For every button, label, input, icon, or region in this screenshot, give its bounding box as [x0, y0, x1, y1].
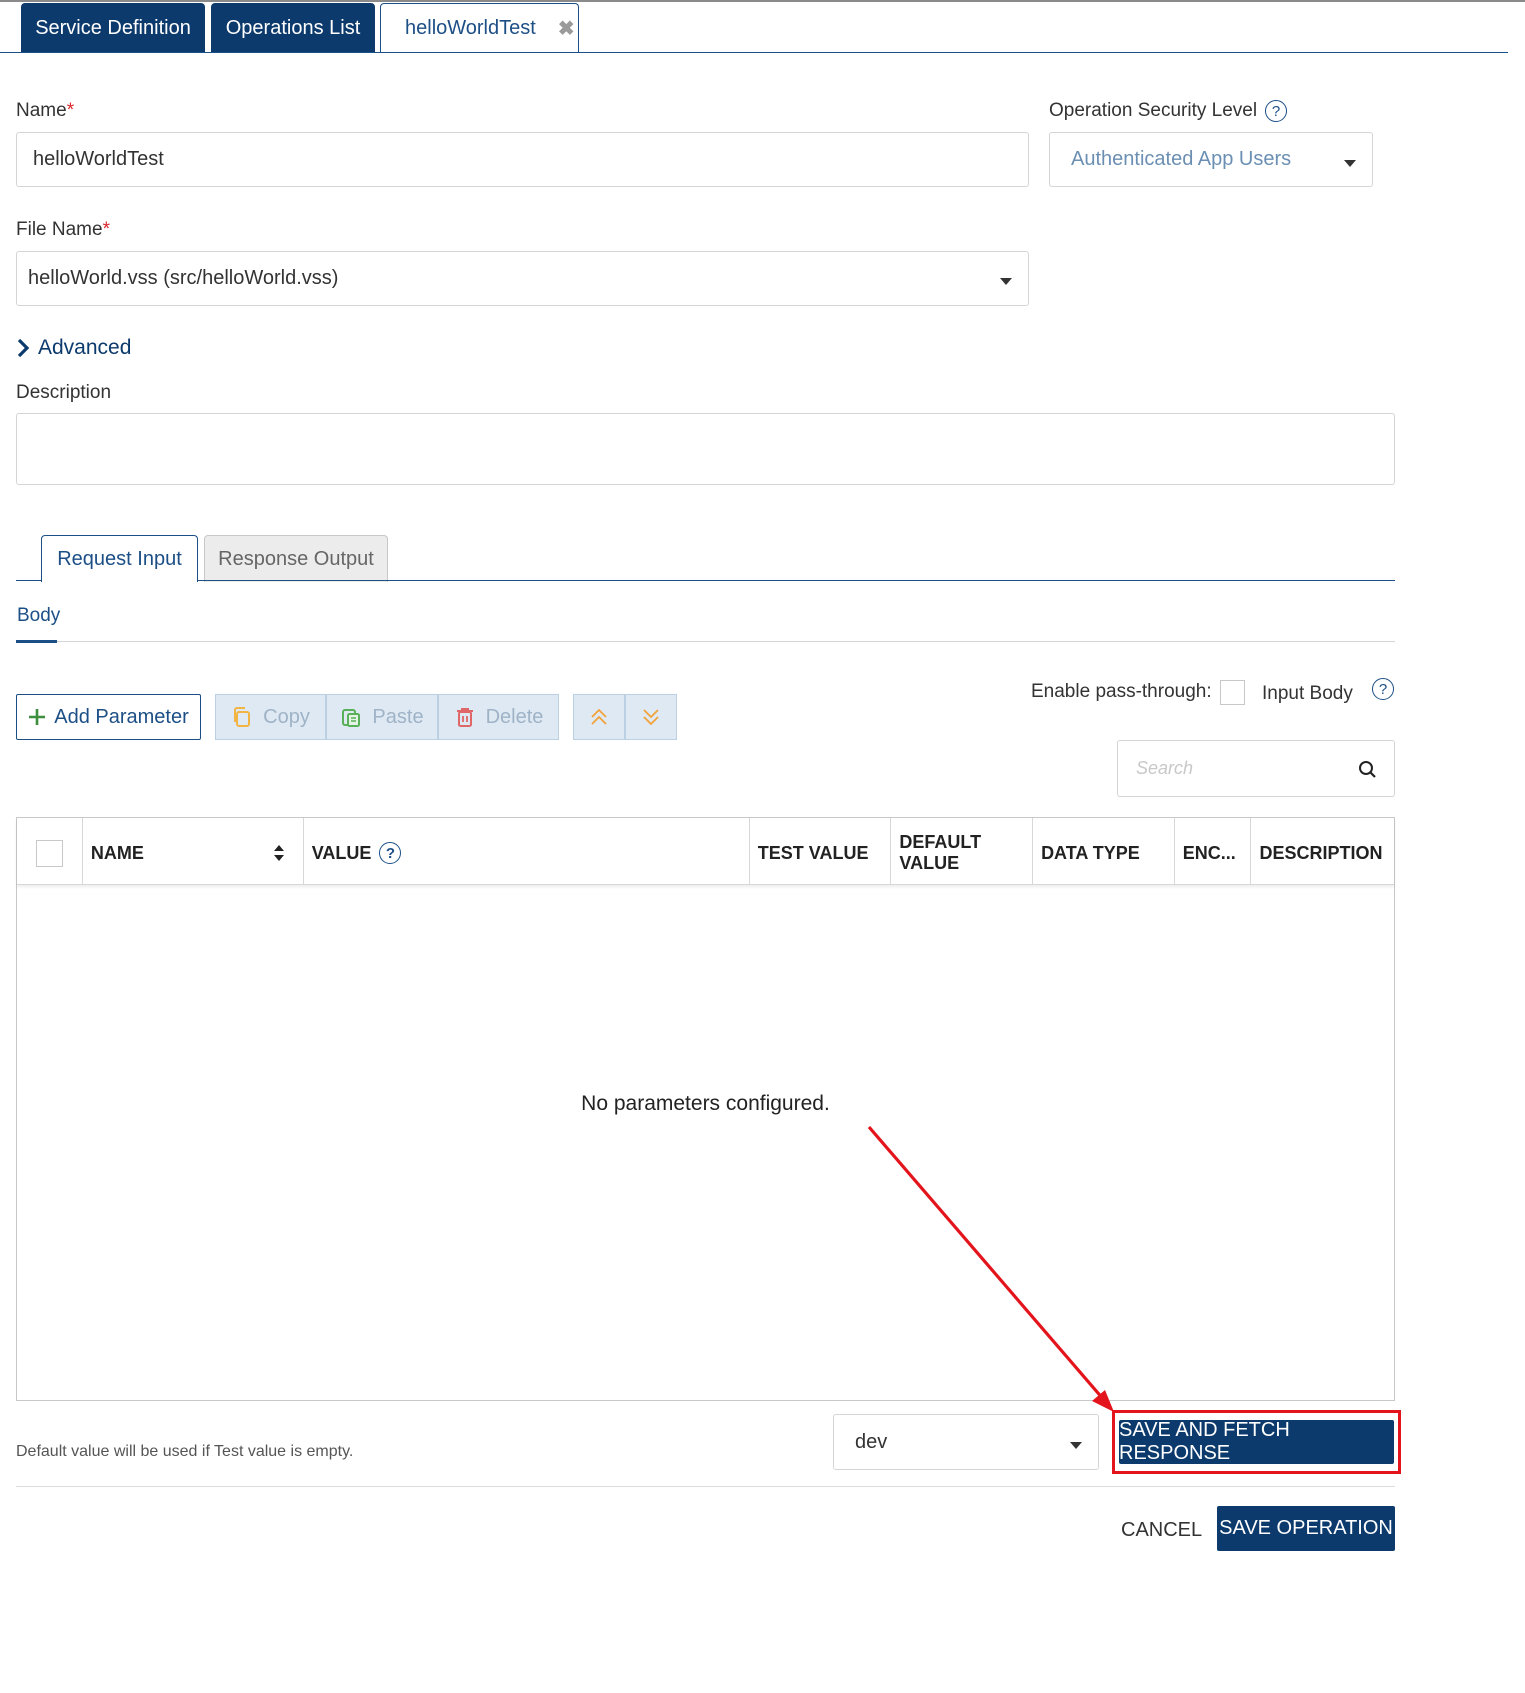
- description-textarea[interactable]: [16, 413, 1395, 485]
- security-level-select[interactable]: Authenticated App Users: [1049, 132, 1373, 187]
- tab-operations-list[interactable]: Operations List: [211, 3, 375, 53]
- tabs-underline: [0, 52, 1508, 53]
- body-divider: [57, 641, 1395, 642]
- select-all-checkbox[interactable]: [35, 839, 63, 867]
- tab-label: helloWorldTest: [405, 17, 536, 39]
- name-input-value: helloWorldTest: [33, 148, 164, 170]
- empty-table-message: No parameters configured.: [581, 1092, 830, 1115]
- trash-icon: [456, 708, 473, 727]
- security-level-label: Operation Security Level ?: [1049, 100, 1288, 122]
- question-circle-icon[interactable]: ?: [1372, 678, 1394, 700]
- column-value: VALUE ?: [304, 818, 750, 884]
- move-down-button[interactable]: [625, 694, 677, 740]
- paste-icon: [342, 709, 361, 727]
- footer-divider: [16, 1486, 1395, 1487]
- add-parameter-button[interactable]: Add Parameter: [16, 694, 201, 740]
- tab-service-definition[interactable]: Service Definition: [21, 3, 205, 53]
- chevron-right-icon: [17, 338, 30, 358]
- file-name-select[interactable]: helloWorld.vss (src/helloWorld.vss): [16, 251, 1029, 306]
- chevron-down-icon: [1070, 1442, 1082, 1449]
- search-input[interactable]: Search: [1117, 740, 1395, 797]
- chevron-down-icon: [1344, 160, 1356, 167]
- search-icon[interactable]: [1358, 760, 1377, 779]
- paste-button[interactable]: Paste: [326, 694, 438, 740]
- subtabs-line-left: [16, 580, 41, 581]
- double-chevron-up-icon: [591, 708, 607, 725]
- environment-select[interactable]: dev: [833, 1414, 1099, 1470]
- question-circle-icon[interactable]: ?: [1265, 100, 1288, 122]
- annotation-highlight-box: [1112, 1410, 1401, 1474]
- tab-request-input[interactable]: Request Input: [41, 535, 198, 582]
- security-level-value: Authenticated App Users: [1071, 148, 1292, 170]
- input-body-label: Input Body: [1262, 683, 1353, 704]
- select-all-cell: [17, 818, 83, 884]
- plus-icon: [29, 709, 46, 725]
- chevron-down-icon: [1000, 278, 1012, 285]
- subtabs-line-right: [198, 580, 1395, 581]
- file-name-value: helloWorld.vss (src/helloWorld.vss): [28, 267, 339, 289]
- tab-label: Service Definition: [35, 16, 191, 39]
- column-test-value: TEST VALUE: [750, 818, 892, 884]
- column-description: DESCRIPTION: [1259, 842, 1383, 863]
- file-name-label: File Name*: [16, 219, 110, 240]
- body-tab-indicator: [16, 640, 57, 643]
- double-chevron-down-icon: [643, 709, 659, 726]
- top-border: [0, 0, 1525, 2]
- tab-response-output[interactable]: Response Output: [204, 535, 388, 582]
- move-up-button[interactable]: [573, 694, 625, 740]
- tab-label: Operations List: [225, 16, 361, 39]
- pass-through-checkbox[interactable]: [1220, 680, 1245, 705]
- question-circle-icon[interactable]: ?: [379, 842, 402, 864]
- column-encoding: ENC...: [1175, 818, 1252, 884]
- table-header: NAME VALUE ? TEST VALUE DEFAULT VALUE DA…: [17, 818, 1394, 885]
- copy-button[interactable]: Copy: [215, 694, 326, 740]
- column-data-type: DATA TYPE: [1033, 818, 1175, 884]
- cancel-button[interactable]: CANCEL: [1121, 1519, 1202, 1542]
- search-placeholder: Search: [1136, 758, 1194, 778]
- delete-button[interactable]: Delete: [438, 694, 559, 740]
- tab-body[interactable]: Body: [17, 605, 60, 627]
- sort-icon[interactable]: [273, 844, 285, 862]
- default-value-hint: Default value will be used if Test value…: [16, 1443, 354, 1460]
- column-default-value: DEFAULT VALUE: [891, 818, 1034, 884]
- save-operation-button[interactable]: SAVE OPERATION: [1217, 1506, 1395, 1551]
- pass-through-label: Enable pass-through:: [1031, 681, 1212, 702]
- advanced-label: Advanced: [38, 336, 132, 359]
- copy-icon: [234, 707, 251, 727]
- close-icon[interactable]: ✖: [558, 16, 575, 41]
- column-name[interactable]: NAME: [83, 818, 304, 884]
- name-label: Name*: [16, 100, 75, 121]
- description-label: Description: [16, 382, 112, 403]
- tab-hello-world-test[interactable]: helloWorldTest ✖: [380, 3, 579, 53]
- environment-value: dev: [855, 1430, 888, 1453]
- name-input[interactable]: helloWorldTest: [16, 132, 1029, 187]
- advanced-toggle[interactable]: Advanced: [16, 336, 131, 360]
